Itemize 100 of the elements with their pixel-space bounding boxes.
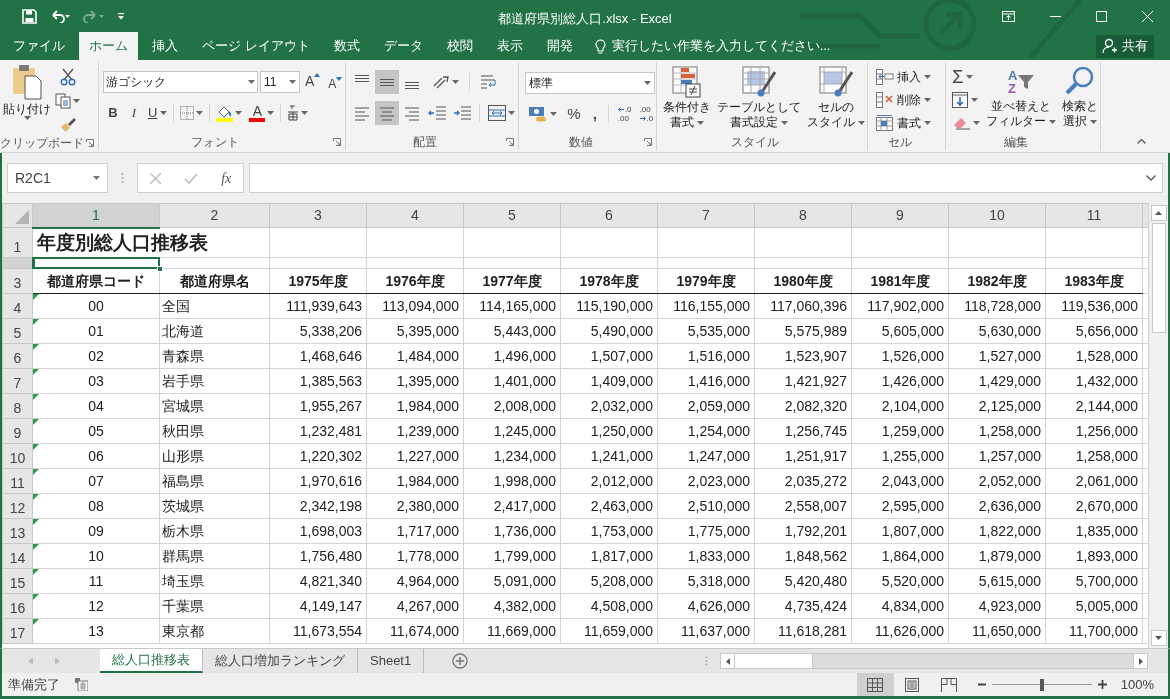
row-header[interactable]: 6 [2, 343, 33, 369]
caret-icon[interactable] [452, 80, 460, 84]
add-sheet-icon[interactable] [452, 653, 469, 669]
conditional-format-button[interactable]: 条件付き 書式 [661, 66, 714, 130]
column-header[interactable]: 5 [463, 203, 561, 228]
caret-icon[interactable] [1090, 119, 1098, 124]
caret-icon[interactable] [924, 97, 932, 102]
caret-icon[interactable] [1049, 119, 1057, 124]
increase-decimal-button[interactable]: .0 .00 [614, 102, 635, 126]
column-header[interactable]: 1 [32, 203, 160, 228]
scroll-up-button[interactable] [1150, 205, 1167, 221]
delete-button[interactable]: 削除 [874, 88, 934, 111]
caret-icon[interactable] [73, 99, 80, 103]
caret-icon[interactable] [196, 111, 204, 115]
middle-align-button[interactable] [375, 70, 400, 94]
caret-icon[interactable] [93, 176, 100, 180]
row-header[interactable]: 12 [2, 493, 33, 519]
insert-function-button[interactable]: fx [221, 167, 232, 189]
macro-record-icon[interactable] [75, 678, 88, 691]
row-header[interactable]: 13 [2, 518, 33, 544]
caret-icon[interactable] [235, 111, 243, 115]
number-format-field[interactable]: 標準 [525, 72, 656, 94]
save-icon[interactable] [22, 8, 37, 24]
caret-icon[interactable] [924, 120, 932, 125]
check-icon[interactable] [183, 172, 198, 184]
format-button[interactable]: 書式 [874, 111, 934, 134]
caret-icon[interactable] [924, 74, 932, 79]
insert-button[interactable]: 挿入 [874, 65, 934, 88]
row-header[interactable]: 10 [2, 443, 33, 469]
bold-button[interactable]: B [103, 102, 123, 124]
column-header[interactable]: 9 [851, 203, 949, 228]
horizontal-scrollbar[interactable] [720, 653, 1148, 669]
column-header[interactable]: 8 [754, 203, 852, 228]
paste-button[interactable]: 貼り付け [4, 64, 50, 136]
column-header[interactable]: 10 [948, 203, 1046, 228]
caret-icon[interactable] [301, 111, 309, 115]
ribbon-tab[interactable]: 挿入 [142, 32, 188, 60]
column-header[interactable]: 11 [1045, 203, 1143, 228]
scroll-down-button[interactable] [1150, 630, 1167, 646]
scroll-left-button[interactable] [721, 654, 735, 668]
row-header[interactable]: 15 [2, 568, 33, 594]
row-header[interactable]: 5 [2, 318, 33, 344]
caret-icon[interactable] [508, 111, 516, 115]
row-header[interactable]: 1 [2, 227, 33, 258]
row-header[interactable]: 17 [2, 618, 33, 644]
caret-icon[interactable] [858, 120, 866, 125]
horizontal-scroll-thumb[interactable] [735, 654, 813, 668]
caret-icon[interactable] [781, 120, 789, 125]
ribbon-tab[interactable]: 数式 [323, 32, 370, 60]
percent-button[interactable]: % [562, 103, 586, 125]
ribbon-tab[interactable]: データ [373, 32, 433, 60]
row-header[interactable]: 16 [2, 593, 33, 619]
share-button[interactable]: 共有 [1096, 34, 1154, 58]
caret-icon[interactable] [697, 120, 705, 125]
caret-icon[interactable] [23, 116, 31, 120]
cell-styles-button[interactable]: セルの スタイル [805, 66, 868, 130]
zoom-slider-thumb[interactable] [1039, 678, 1044, 691]
dialog-launcher-icon[interactable] [644, 138, 653, 146]
collapse-ribbon-icon[interactable] [1137, 139, 1146, 144]
scroll-right-button[interactable] [1133, 654, 1147, 668]
center-align-button[interactable] [375, 101, 400, 125]
find-select-button[interactable]: 検索と 選択 [1060, 65, 1101, 134]
ribbon-tab[interactable]: 表示 [486, 32, 533, 60]
name-box[interactable]: R2C1 [7, 163, 108, 193]
shrink-font-button[interactable]: A [325, 71, 346, 93]
underline-button[interactable]: U [145, 102, 171, 124]
row-header[interactable]: 14 [2, 543, 33, 569]
formula-input[interactable] [249, 163, 1163, 193]
grow-font-button[interactable]: A [302, 71, 324, 93]
caret-icon[interactable] [160, 111, 168, 115]
tell-me-field[interactable]: 実行したい作業を入力してください... [594, 32, 831, 60]
caret-icon[interactable] [973, 120, 981, 125]
caret-icon[interactable] [248, 80, 255, 84]
undo-icon[interactable] [49, 9, 71, 23]
row-header[interactable]: 3 [2, 268, 33, 294]
column-header[interactable]: 6 [560, 203, 658, 228]
ribbon-tab[interactable]: ファイル [3, 32, 75, 60]
sheet-tab[interactable]: 総人口推移表 [100, 649, 203, 673]
splitter-grip-icon[interactable] [705, 656, 708, 666]
ribbon-tab[interactable]: ホーム [79, 32, 138, 60]
dialog-launcher-icon[interactable] [86, 139, 94, 147]
row-header[interactable]: 8 [2, 393, 33, 419]
italic-button[interactable]: I [124, 102, 144, 124]
sort-filter-button[interactable]: A Z 並べ替えと フィルター [984, 65, 1059, 134]
comma-button[interactable]: , [587, 103, 602, 125]
column-header[interactable]: 2 [159, 203, 270, 228]
caret-icon[interactable] [644, 81, 652, 85]
format-as-table-button[interactable]: テーブルとして 書式設定 [715, 66, 804, 130]
ribbon-tab[interactable]: ページ レイアウト [192, 32, 320, 60]
zoom-in-icon[interactable] [1097, 680, 1107, 689]
row-header[interactable]: 9 [2, 418, 33, 444]
copy-button[interactable] [52, 90, 83, 112]
caret-icon[interactable] [550, 112, 558, 116]
row-header[interactable] [2, 257, 33, 269]
font-name-field[interactable]: 游ゴシック [103, 71, 258, 93]
caret-icon[interactable] [971, 97, 979, 102]
caret-icon[interactable] [267, 111, 275, 115]
dialog-launcher-icon[interactable] [506, 138, 515, 146]
decrease-decimal-button[interactable]: .00 .0 [636, 102, 657, 126]
expand-icon[interactable] [1146, 175, 1156, 181]
